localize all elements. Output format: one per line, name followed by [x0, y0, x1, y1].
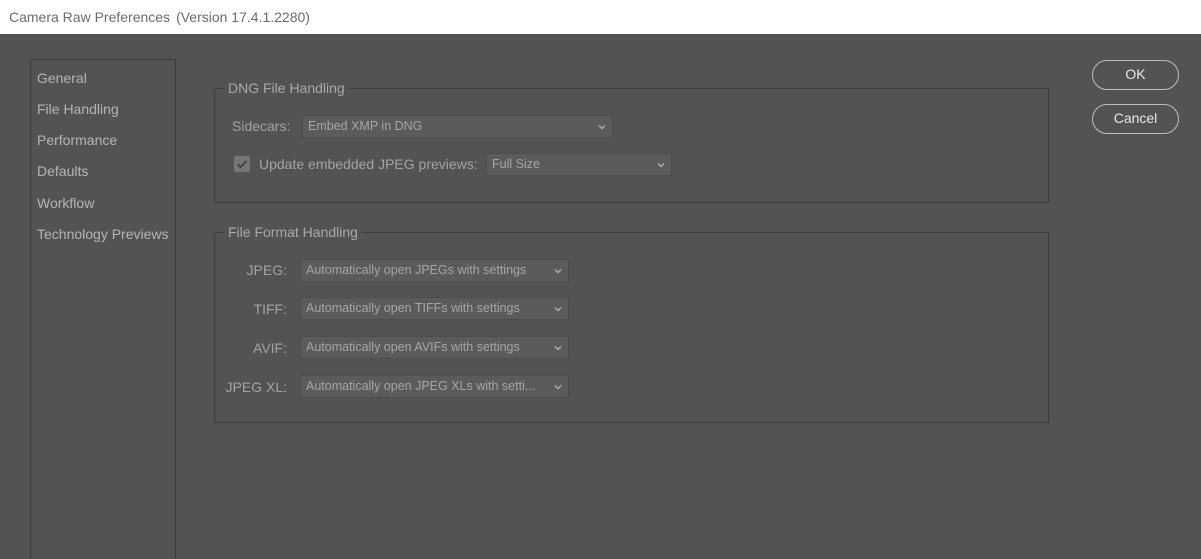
- jpeg-xl-value: Automatically open JPEG XLs with setti..…: [306, 379, 536, 393]
- avif-dropdown[interactable]: Automatically open AVIFs with settings: [300, 336, 569, 359]
- tiff-value: Automatically open TIFFs with settings: [306, 301, 520, 315]
- jpeg-xl-label: JPEG XL:: [225, 379, 287, 395]
- jpeg-value: Automatically open JPEGs with settings: [306, 263, 527, 277]
- avif-value: Automatically open AVIFs with settings: [306, 340, 520, 354]
- dng-file-handling-group: DNG File Handling Sidecars: Embed XMP in…: [214, 79, 1049, 203]
- dng-group-title: DNG File Handling: [224, 79, 349, 97]
- sidebar-item-defaults[interactable]: Defaults: [37, 162, 88, 180]
- jpeg-xl-dropdown[interactable]: Automatically open JPEG XLs with setti..…: [300, 375, 569, 398]
- window-title-bar: Camera Raw Preferences (Version 17.4.1.22…: [0, 0, 1201, 34]
- sidebar-item-performance[interactable]: Performance: [37, 131, 117, 149]
- jpeg-dropdown[interactable]: Automatically open JPEGs with settings: [300, 259, 569, 282]
- chevron-down-icon: [598, 125, 606, 130]
- update-previews-label: Update embedded JPEG previews:: [259, 156, 478, 172]
- avif-label: AVIF:: [253, 340, 287, 356]
- sidebar-item-workflow[interactable]: Workflow: [37, 194, 94, 212]
- preferences-sidebar: General File Handling Performance Defaul…: [30, 59, 176, 559]
- chevron-down-icon: [554, 346, 562, 351]
- jpeg-label: JPEG:: [246, 262, 287, 278]
- tiff-dropdown[interactable]: Automatically open TIFFs with settings: [300, 297, 569, 320]
- window-title: Camera Raw Preferences: [9, 9, 171, 25]
- sidebar-item-general[interactable]: General: [37, 69, 87, 87]
- sidecars-label: Sidecars:: [232, 118, 291, 134]
- sidebar-item-file-handling[interactable]: File Handling: [37, 100, 119, 118]
- update-previews-checkbox[interactable]: [234, 156, 250, 172]
- update-previews-value: Full Size: [492, 157, 540, 171]
- sidecars-value: Embed XMP in DNG: [308, 119, 423, 133]
- update-previews-dropdown[interactable]: Full Size: [486, 153, 672, 176]
- cancel-button[interactable]: Cancel: [1092, 104, 1179, 134]
- file-format-group-title: File Format Handling: [224, 223, 362, 241]
- file-format-handling-group: File Format Handling JPEG: Automatically…: [214, 223, 1049, 423]
- sidebar-item-technology-previews[interactable]: Technology Previews: [37, 225, 169, 243]
- chevron-down-icon: [554, 385, 562, 390]
- chevron-down-icon: [554, 307, 562, 312]
- tiff-label: TIFF:: [253, 301, 287, 317]
- ok-button[interactable]: OK: [1092, 60, 1179, 90]
- chevron-down-icon: [554, 269, 562, 274]
- checkmark-icon: [236, 160, 248, 169]
- chevron-down-icon: [657, 163, 665, 168]
- window-version: (Version 17.4.1.2280): [176, 9, 310, 25]
- preferences-content: General File Handling Performance Defaul…: [0, 34, 1201, 559]
- sidecars-dropdown[interactable]: Embed XMP in DNG: [302, 115, 613, 138]
